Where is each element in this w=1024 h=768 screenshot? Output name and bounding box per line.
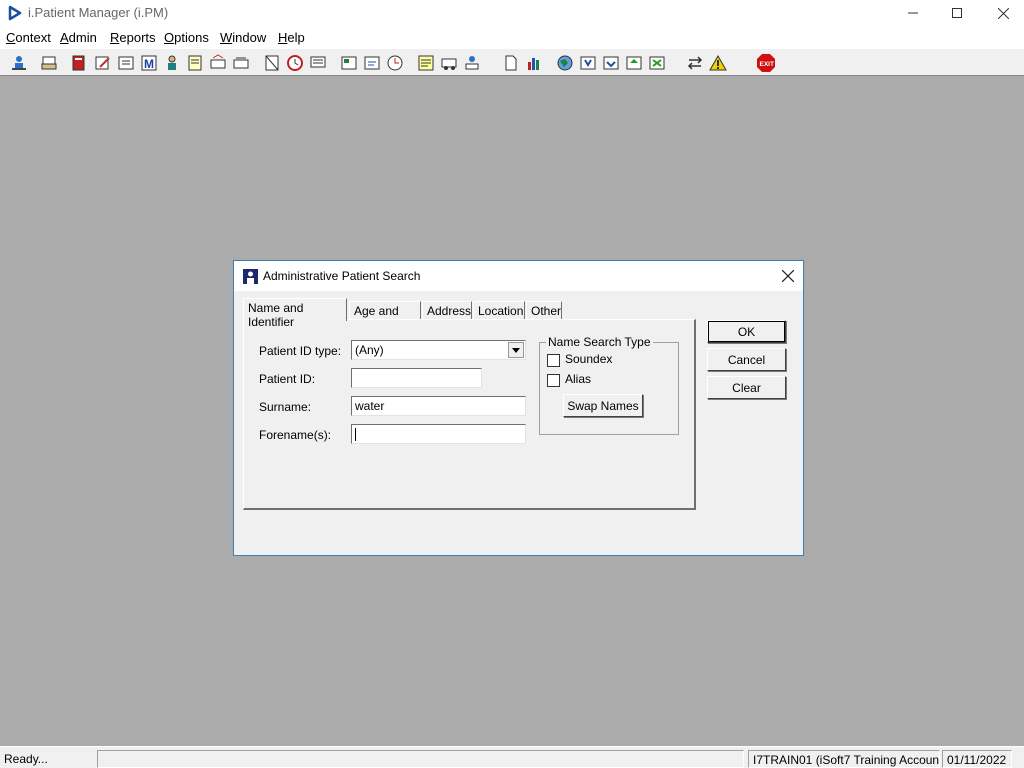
app-logo-icon	[7, 5, 23, 21]
patient-icon[interactable]	[8, 52, 30, 74]
status-spacer	[97, 750, 744, 768]
document-icon[interactable]	[261, 52, 283, 74]
swap-names-button[interactable]: Swap Names	[563, 394, 643, 417]
book-icon[interactable]	[68, 52, 90, 74]
menu-context[interactable]: Context	[6, 30, 51, 45]
chevron-down-icon[interactable]	[508, 342, 524, 358]
transport-icon[interactable]	[438, 52, 460, 74]
globe-icon[interactable]	[554, 52, 576, 74]
patient-id-type-value: (Any)	[355, 343, 384, 357]
warning-icon[interactable]	[707, 52, 729, 74]
tab-age-and-sex[interactable]: Age and Sex	[349, 301, 421, 332]
printer-icon[interactable]	[38, 52, 60, 74]
calendar-icon[interactable]	[361, 52, 383, 74]
menu-window[interactable]: Window	[220, 30, 266, 45]
tab-panel: Patient ID type: (Any) Patient ID: Surna…	[243, 319, 696, 510]
svg-text:M: M	[144, 57, 154, 71]
patient-id-type-select[interactable]: (Any)	[351, 340, 526, 360]
surname-label: Surname:	[259, 400, 312, 414]
doctor-icon[interactable]	[161, 52, 183, 74]
referral-out-icon[interactable]	[230, 52, 252, 74]
dialog-title-bar: Administrative Patient Search	[234, 261, 803, 291]
status-date: 01/11/2022	[942, 750, 1012, 768]
patient-search-icon	[243, 269, 258, 284]
refresh-green-icon[interactable]	[623, 52, 645, 74]
menu-help[interactable]: Help	[278, 30, 305, 45]
menu-options[interactable]: Options	[164, 30, 209, 45]
page-icon[interactable]	[500, 52, 522, 74]
m-icon[interactable]: M	[138, 52, 160, 74]
chart-icon[interactable]	[523, 52, 545, 74]
schedule-icon[interactable]	[338, 52, 360, 74]
referral-icon[interactable]	[207, 52, 229, 74]
surname-input[interactable]: water	[351, 396, 526, 416]
status-account: I7TRAIN01 (iSoft7 Training Account)	[748, 750, 940, 768]
cancel-button[interactable]: Cancel	[707, 348, 786, 371]
svg-text:EXIT: EXIT	[760, 61, 774, 68]
maximize-button[interactable]	[934, 0, 980, 26]
patient-id-input[interactable]	[351, 368, 482, 388]
toolbar: M EXIT	[0, 48, 1024, 76]
alias-label: Alias	[565, 372, 592, 386]
patient-id-type-label: Patient ID type:	[259, 344, 342, 358]
name-search-type-title: Name Search Type	[546, 335, 653, 349]
ok-button[interactable]: OK	[707, 320, 786, 343]
list-icon[interactable]	[115, 52, 137, 74]
menu-bar: Context Admin Reports Options Window Hel…	[0, 26, 1024, 48]
status-bar: Ready... I7TRAIN01 (iSoft7 Training Acco…	[0, 746, 1024, 768]
soundex-checkbox[interactable]	[547, 354, 560, 367]
clock-check-icon[interactable]	[384, 52, 406, 74]
clock-icon[interactable]	[284, 52, 306, 74]
clear-button[interactable]: Clear	[707, 376, 786, 399]
monitor-icon[interactable]	[307, 52, 329, 74]
edit-icon[interactable]	[92, 52, 114, 74]
soundex-label: Soundex	[565, 352, 613, 366]
forenames-label: Forename(s):	[259, 428, 332, 442]
dialog-title: Administrative Patient Search	[263, 269, 421, 283]
tab-name-and-identifier[interactable]: Name and Identifier	[243, 298, 347, 329]
exit-icon[interactable]: EXIT	[755, 52, 777, 74]
sort-icon[interactable]	[577, 52, 599, 74]
title-bar: i.Patient Manager (i.PM)	[0, 0, 1024, 26]
tab-address[interactable]: Address	[422, 301, 472, 321]
close-button[interactable]	[980, 0, 1024, 26]
download-icon[interactable]	[600, 52, 622, 74]
menu-admin[interactable]: Admin	[60, 30, 97, 45]
tab-location[interactable]: Location	[473, 301, 525, 321]
status-message: Ready...	[4, 752, 48, 766]
tab-other[interactable]: Other	[526, 301, 562, 321]
merge-icon[interactable]	[646, 52, 668, 74]
forenames-input[interactable]	[351, 424, 526, 444]
patient-search-dialog: Administrative Patient Search Name and I…	[233, 260, 804, 556]
swap-icon[interactable]	[684, 52, 706, 74]
waiting-list-icon[interactable]	[461, 52, 483, 74]
dialog-close-button[interactable]	[779, 267, 797, 285]
menu-reports[interactable]: Reports	[110, 30, 156, 45]
minimize-button[interactable]	[890, 0, 936, 26]
patient-id-label: Patient ID:	[259, 372, 316, 386]
app-title: i.Patient Manager (i.PM)	[28, 5, 169, 20]
text-cursor	[355, 428, 356, 441]
note-icon[interactable]	[415, 52, 437, 74]
form-icon[interactable]	[184, 52, 206, 74]
alias-checkbox[interactable]	[547, 374, 560, 387]
